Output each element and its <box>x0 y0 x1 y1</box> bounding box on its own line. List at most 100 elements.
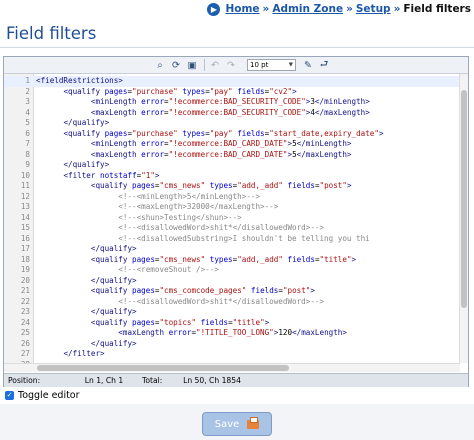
code-line[interactable]: 1 <fieldRestrictions> <box>4 76 460 87</box>
toggle-editor-checkbox[interactable]: ✓ <box>5 391 14 400</box>
code-line[interactable]: 12 <!--<minLength>5</minLength>--> <box>4 192 460 203</box>
line-number: 21 <box>20 286 30 295</box>
line-number: 9 <box>25 160 30 169</box>
line-number: 8 <box>25 149 30 159</box>
toggle-editor-label: Toggle editor <box>18 390 80 401</box>
font-size-select[interactable]: 10 pt ▼ <box>247 59 296 71</box>
code-text: <filter notstaff="1"> <box>63 170 160 180</box>
refresh-icon[interactable]: ⟳ <box>169 58 183 72</box>
go-icon: ▶ <box>207 2 221 16</box>
code-line[interactable]: 17 </qualify> <box>4 244 460 255</box>
line-number: 17 <box>20 244 30 253</box>
line-number: 5 <box>25 118 30 127</box>
line-number: 25 <box>20 328 30 337</box>
code-line[interactable]: 5 </qualify> <box>4 118 460 129</box>
binoculars-icon[interactable]: ⌕ <box>153 58 167 72</box>
line-number: 22 <box>20 296 30 306</box>
toolbar-divider <box>204 59 205 71</box>
editor-statusbar: Position: Ln 1, Ch 1 Total: Ln 50, Ch 18… <box>4 373 468 387</box>
code-text: </qualify> <box>63 160 110 169</box>
horizontal-scrollbar[interactable] <box>4 363 460 372</box>
code-area[interactable]: 1 <fieldRestrictions> 2 <qualify pages="pu… <box>4 74 460 363</box>
code-line[interactable]: 10 <filter notstaff="1"> <box>4 171 460 182</box>
code-text: <qualify pages="purchase" types="pay" fi… <box>63 86 297 96</box>
code-line[interactable]: 16 <!--<disallowedSubstring>I shouldn't … <box>4 234 460 245</box>
code-text: <!--<removeShout />--> <box>118 265 219 274</box>
position-value: Ln 1, Ch 1 <box>84 376 124 385</box>
code-text: <!--<disallowedWord>shit*</disallowedWor… <box>118 296 325 306</box>
code-text: <qualify pages="cms_news" types="add,_ad… <box>90 254 357 264</box>
line-number: 12 <box>20 191 30 201</box>
line-number: 3 <box>25 97 30 106</box>
line-number: 14 <box>20 212 30 222</box>
code-text: </qualify> <box>90 244 137 253</box>
line-number: 15 <box>20 223 30 232</box>
redo-icon[interactable]: ↷ <box>224 58 238 72</box>
code-line[interactable]: 3 <minLength error="!ecommerce:BAD_SECUR… <box>4 97 460 108</box>
code-text: <!--<disallowedSubstring>I shouldn't be … <box>118 233 370 243</box>
vertical-scroll-thumb[interactable] <box>461 90 467 308</box>
code-line[interactable]: 21 <qualify pages="cms_comcode_pages" fi… <box>4 286 460 297</box>
vertical-scrollbar[interactable] <box>459 74 468 363</box>
code-line[interactable]: 8 <maxLength error="!ecommerce:BAD_CARD_… <box>4 150 460 161</box>
code-line[interactable]: 18 <qualify pages="cms_news" types="add,… <box>4 255 460 266</box>
code-text: </filter> <box>63 349 105 358</box>
line-number: 26 <box>20 338 30 348</box>
code-text: <maxLength error="!ecommerce:BAD_CARD_DA… <box>90 149 352 159</box>
code-text: <!--<disallowedWord>shit*</disallowedWor… <box>118 223 325 232</box>
breadcrumb-setup[interactable]: Setup <box>356 3 391 15</box>
code-line[interactable]: 22 <!--<disallowedWord>shit*</disallowed… <box>4 297 460 308</box>
eraser-icon[interactable]: ✎ <box>301 58 315 72</box>
code-text: </qualify> <box>90 338 137 348</box>
code-line[interactable]: 27 </filter> <box>4 349 460 360</box>
code-line[interactable]: 11 <qualify pages="cms_news" types="add,… <box>4 181 460 192</box>
line-number: 19 <box>20 265 30 274</box>
code-line[interactable]: 9 </qualify> <box>4 160 460 171</box>
code-text: <!--<maxLength>32000</maxLength>--> <box>118 202 279 211</box>
title-divider <box>0 47 474 48</box>
code-text: </qualify> <box>63 118 110 127</box>
line-number: 20 <box>20 275 30 285</box>
code-line[interactable]: 25 <maxLength error="!TITLE_TOO_LONG">12… <box>4 328 460 339</box>
code-text: <minLength error="!ecommerce:BAD_SECURIT… <box>90 97 370 106</box>
code-line[interactable]: 14 <!--<shun>Testing</shun>--> <box>4 213 460 224</box>
code-line[interactable]: 26 </qualify> <box>4 339 460 350</box>
chevron-down-icon: ▼ <box>288 62 293 68</box>
save-button[interactable]: Save <box>202 412 272 436</box>
code-text: <!--<shun>Testing</shun>--> <box>118 212 242 222</box>
code-text: <maxLength error="!TITLE_TOO_LONG">120</… <box>118 328 347 337</box>
code-line[interactable]: 19 <!--<removeShout />--> <box>4 265 460 276</box>
code-line[interactable]: 6 <qualify pages="purchase" types="pay" … <box>4 129 460 140</box>
breadcrumb: ▶ Home » Admin Zone » Setup » Field filt… <box>207 2 471 16</box>
code-line[interactable]: 23 </qualify> <box>4 307 460 318</box>
breadcrumb-admin-zone[interactable]: Admin Zone <box>272 3 343 15</box>
undo-icon[interactable]: ↶ <box>208 58 222 72</box>
line-number: 10 <box>20 170 30 180</box>
code-line[interactable]: 24 <qualify pages="topics" fields="title… <box>4 318 460 329</box>
code-line[interactable]: 20 </qualify> <box>4 276 460 287</box>
total-label: Total: <box>142 376 163 385</box>
breadcrumb-current: Field filters <box>403 3 471 15</box>
breadcrumb-home[interactable]: Home <box>225 3 259 15</box>
code-line[interactable]: 4 <maxLength error="!ecommerce:BAD_SECUR… <box>4 108 460 119</box>
word-wrap-icon[interactable]: ⮐ <box>317 58 331 72</box>
code-text: <qualify pages="cms_news" types="add,_ad… <box>90 181 352 190</box>
code-line[interactable]: 15 <!--<disallowedWord>shit*</disallowed… <box>4 223 460 234</box>
fullscreen-icon[interactable]: ▣ <box>185 58 199 72</box>
breadcrumb-separator: » <box>346 3 353 15</box>
page-title: Field filters <box>6 24 97 43</box>
breadcrumb-separator: » <box>262 3 270 15</box>
code-text: <minLength error="!ecommerce:BAD_CARD_DA… <box>90 139 352 148</box>
line-number: 16 <box>20 233 30 243</box>
code-line[interactable]: 13 <!--<maxLength>32000</maxLength>--> <box>4 202 460 213</box>
code-text: <!--<minLength>5</minLength>--> <box>118 191 261 201</box>
code-line[interactable]: 2 <qualify pages="purchase" types="pay" … <box>4 87 460 98</box>
line-number: 13 <box>20 202 30 211</box>
line-number: 27 <box>20 349 30 358</box>
code-line[interactable]: 7 <minLength error="!ecommerce:BAD_CARD_… <box>4 139 460 150</box>
horizontal-scroll-thumb[interactable] <box>37 365 289 371</box>
save-button-label: Save <box>214 418 240 430</box>
line-number: 1 <box>25 76 30 85</box>
save-icon <box>247 416 260 429</box>
toggle-editor[interactable]: ✓ Toggle editor <box>5 390 80 401</box>
